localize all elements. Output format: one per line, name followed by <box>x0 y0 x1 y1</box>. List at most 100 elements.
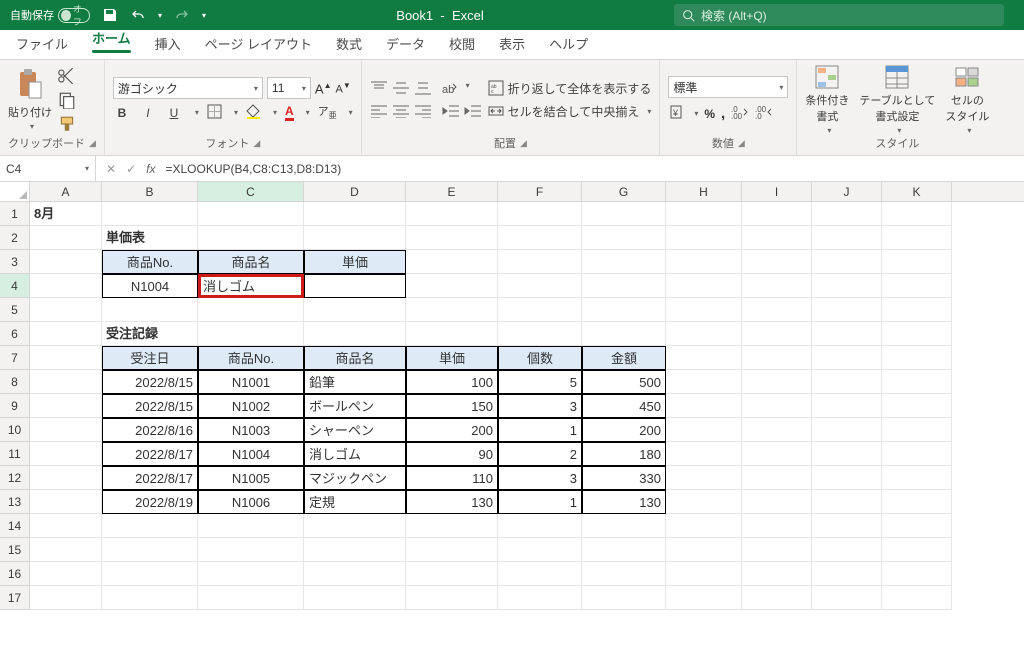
cell[interactable]: N1004 <box>102 274 198 298</box>
font-color-icon[interactable]: A <box>285 104 294 121</box>
cell[interactable] <box>812 538 882 562</box>
cell[interactable] <box>812 226 882 250</box>
cell[interactable] <box>406 250 498 274</box>
tab-formulas[interactable]: 数式 <box>326 28 372 59</box>
cell[interactable] <box>666 394 742 418</box>
col-header[interactable]: I <box>742 182 812 201</box>
cancel-formula-icon[interactable]: ✕ <box>106 162 116 176</box>
cell[interactable] <box>498 250 582 274</box>
cell[interactable] <box>742 394 812 418</box>
cell[interactable] <box>582 322 666 346</box>
font-name-combo[interactable]: 游ゴシック▾ <box>113 77 263 99</box>
percent-icon[interactable]: % <box>704 107 715 121</box>
cell[interactable] <box>742 442 812 466</box>
align-center-icon[interactable] <box>392 104 410 118</box>
tab-data[interactable]: データ <box>376 28 435 59</box>
cell[interactable] <box>882 226 952 250</box>
cell[interactable] <box>102 298 198 322</box>
cell[interactable] <box>742 250 812 274</box>
cell[interactable] <box>406 514 498 538</box>
cell[interactable] <box>198 322 304 346</box>
cell[interactable] <box>666 226 742 250</box>
cell[interactable] <box>812 202 882 226</box>
cell[interactable] <box>666 442 742 466</box>
cell[interactable] <box>812 298 882 322</box>
align-left-icon[interactable] <box>370 104 388 118</box>
cell[interactable]: 1 <box>498 418 582 442</box>
row-header[interactable]: 12 <box>0 466 30 490</box>
cell[interactable] <box>406 322 498 346</box>
tab-insert[interactable]: 挿入 <box>145 28 191 59</box>
cell[interactable] <box>30 274 102 298</box>
dialog-launcher-icon[interactable]: ◢ <box>738 138 745 149</box>
cell[interactable] <box>198 586 304 610</box>
cell[interactable] <box>882 202 952 226</box>
cell[interactable] <box>406 538 498 562</box>
name-box[interactable]: C4▾ <box>0 156 96 181</box>
cell[interactable]: 8月 <box>30 202 102 226</box>
worksheet[interactable]: A B C D E F G H I J K 18月2単価表3商品No.商品名単価… <box>0 182 1024 610</box>
cell[interactable] <box>102 538 198 562</box>
cell[interactable]: 単価 <box>406 346 498 370</box>
cell[interactable] <box>30 538 102 562</box>
cell[interactable]: 鉛筆 <box>304 370 406 394</box>
copy-icon[interactable] <box>58 91 76 109</box>
cell[interactable]: N1005 <box>198 466 304 490</box>
fill-color-icon[interactable] <box>246 104 261 122</box>
align-right-icon[interactable] <box>414 104 432 118</box>
col-header[interactable]: C <box>198 182 304 201</box>
cell[interactable]: 5 <box>498 370 582 394</box>
cell[interactable] <box>882 250 952 274</box>
cell[interactable] <box>582 226 666 250</box>
cell[interactable]: 180 <box>582 442 666 466</box>
cell[interactable] <box>742 418 812 442</box>
search-box[interactable]: 検索 (Alt+Q) <box>674 4 1004 26</box>
col-header[interactable]: F <box>498 182 582 201</box>
cell[interactable] <box>30 394 102 418</box>
cell[interactable]: 150 <box>406 394 498 418</box>
cell[interactable] <box>498 562 582 586</box>
cell[interactable] <box>882 586 952 610</box>
cell[interactable] <box>102 586 198 610</box>
comma-icon[interactable]: , <box>721 105 725 122</box>
align-middle-icon[interactable] <box>392 81 410 95</box>
shrink-font-icon[interactable]: A▼ <box>336 81 351 96</box>
row-header[interactable]: 11 <box>0 442 30 466</box>
cell[interactable]: N1003 <box>198 418 304 442</box>
cell[interactable] <box>304 298 406 322</box>
col-header[interactable]: E <box>406 182 498 201</box>
cell[interactable] <box>812 586 882 610</box>
dialog-launcher-icon[interactable]: ◢ <box>253 138 260 149</box>
cell[interactable] <box>406 202 498 226</box>
cell[interactable]: 単価 <box>304 250 406 274</box>
autosave-toggle[interactable]: 自動保存 オフ <box>10 7 90 23</box>
cell[interactable]: 受注日 <box>102 346 198 370</box>
cell[interactable] <box>30 226 102 250</box>
cell[interactable] <box>882 562 952 586</box>
cell[interactable] <box>582 250 666 274</box>
row-header[interactable]: 2 <box>0 226 30 250</box>
orientation-icon[interactable]: ab <box>442 81 458 100</box>
cell[interactable] <box>30 466 102 490</box>
cell[interactable] <box>882 466 952 490</box>
cell[interactable] <box>882 490 952 514</box>
cell[interactable] <box>498 586 582 610</box>
cell[interactable] <box>812 346 882 370</box>
tab-file[interactable]: ファイル <box>6 28 78 59</box>
cell[interactable]: 2 <box>498 442 582 466</box>
cell[interactable] <box>304 202 406 226</box>
fx-icon[interactable]: fx <box>146 162 155 176</box>
cell[interactable] <box>30 370 102 394</box>
cell[interactable] <box>666 418 742 442</box>
cell[interactable] <box>498 202 582 226</box>
cell[interactable] <box>304 226 406 250</box>
cut-icon[interactable] <box>58 67 76 85</box>
decrease-decimal-icon[interactable]: .00.0 <box>755 105 773 122</box>
increase-decimal-icon[interactable]: .0.00 <box>731 105 749 122</box>
cell[interactable]: 消しゴム <box>304 442 406 466</box>
row-header[interactable]: 10 <box>0 418 30 442</box>
row-header[interactable]: 1 <box>0 202 30 226</box>
cell[interactable] <box>666 538 742 562</box>
cell[interactable] <box>304 322 406 346</box>
cell[interactable] <box>582 514 666 538</box>
